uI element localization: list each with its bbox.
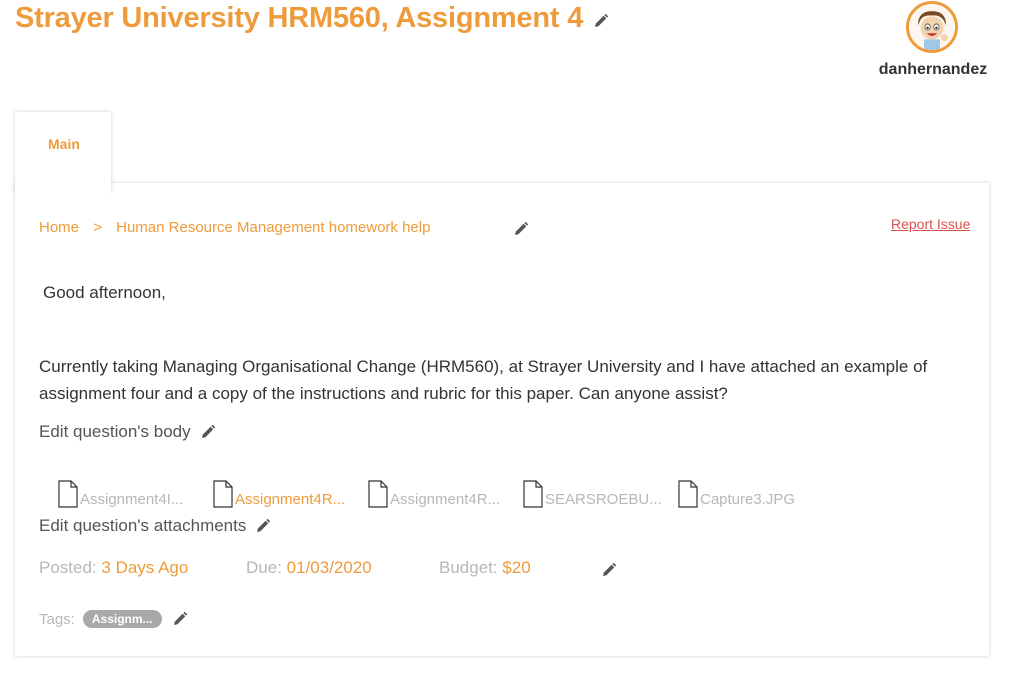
budget-value: $20 <box>502 558 531 577</box>
attachment-item[interactable]: SEARSROEBU... <box>523 480 678 508</box>
question-body: Currently taking Managing Organisational… <box>39 357 928 403</box>
edit-question-body-link[interactable]: Edit question's body <box>39 422 216 442</box>
question-greeting: Good afternoon, <box>43 283 166 302</box>
edit-attachments-label: Edit question's attachments <box>39 516 247 535</box>
due-info: Due: 01/03/2020 <box>246 558 372 578</box>
username[interactable]: danhernandez <box>860 61 1006 79</box>
tab-connector <box>15 182 111 196</box>
breadcrumb-home-link[interactable]: Home <box>39 219 79 236</box>
attachment-item[interactable]: Assignment4R... <box>213 480 368 508</box>
attachments-list: Assignment4I... Assignment4R... Assignme… <box>58 480 833 508</box>
tag-badge[interactable]: Assignm... <box>82 610 162 628</box>
breadcrumb-separator: > <box>93 219 102 236</box>
attachment-item[interactable]: Capture3.JPG <box>678 480 833 508</box>
user-avatar[interactable] <box>906 1 958 53</box>
budget-label: Budget: <box>439 558 498 577</box>
budget-info: Budget: $20 <box>439 558 531 578</box>
breadcrumb-category-link[interactable]: Human Resource Management homework help <box>116 219 430 236</box>
edit-meta-pencil-icon[interactable] <box>601 562 617 578</box>
page-title-text: Strayer University HRM560, Assignment 4 <box>15 2 584 34</box>
tab-main-label: Main <box>48 136 80 152</box>
file-icon <box>213 480 233 508</box>
edit-attachments-link[interactable]: Edit question's attachments <box>39 516 271 536</box>
edit-attachments-pencil-icon <box>255 518 271 534</box>
posted-label: Posted: <box>39 558 97 577</box>
file-icon <box>523 480 543 508</box>
due-value: 01/03/2020 <box>286 558 372 577</box>
cartoon-boy-avatar-icon <box>909 4 955 50</box>
posted-value: 3 Days Ago <box>101 558 189 577</box>
attachment-name: SEARSROEBU... <box>545 491 662 508</box>
tags-row: Tags: Assignm... <box>39 610 188 628</box>
attachment-name: Assignment4I... <box>80 491 184 508</box>
edit-tags-pencil-icon[interactable] <box>172 611 188 627</box>
tab-main[interactable]: Main <box>15 112 111 192</box>
file-icon <box>368 480 388 508</box>
edit-question-body-label: Edit question's body <box>39 422 191 441</box>
attachment-name: Assignment4R... <box>235 491 346 508</box>
attachment-item[interactable]: Assignment4R... <box>368 480 523 508</box>
edit-category-pencil-icon[interactable] <box>513 221 529 237</box>
posted-info: Posted: 3 Days Ago <box>39 558 188 578</box>
attachment-name: Capture3.JPG <box>700 491 796 508</box>
tags-label: Tags: <box>39 610 75 628</box>
page-title: Strayer University HRM560, Assignment 4 <box>15 2 609 35</box>
file-icon <box>58 480 78 508</box>
question-card <box>15 183 989 656</box>
attachment-name: Assignment4R... <box>390 491 501 508</box>
due-label: Due: <box>246 558 282 577</box>
edit-title-pencil-icon[interactable] <box>593 13 609 29</box>
attachment-item[interactable]: Assignment4I... <box>58 480 213 508</box>
edit-body-pencil-icon <box>200 424 216 440</box>
file-icon <box>678 480 698 508</box>
report-issue-link[interactable]: Report Issue <box>891 216 970 232</box>
breadcrumb: Home > Human Resource Management homewor… <box>39 219 430 236</box>
